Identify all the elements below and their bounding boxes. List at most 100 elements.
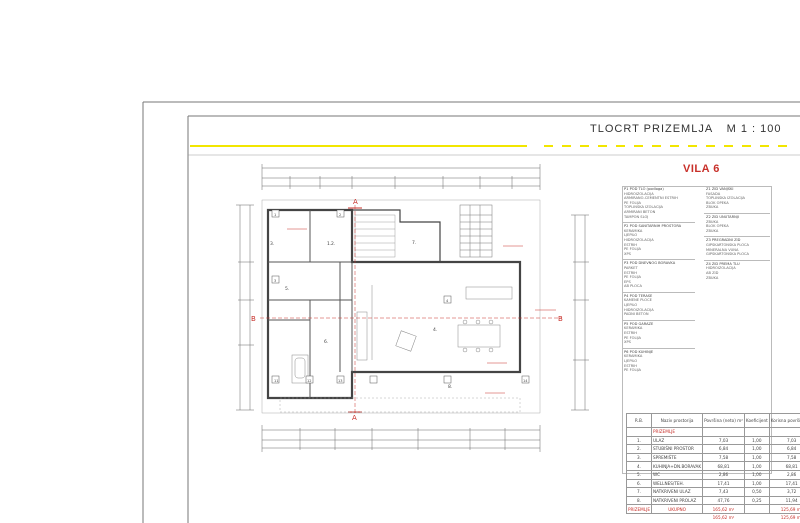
- table-cell: WC: [651, 469, 704, 480]
- table-cell: PRIZEMLJE: [625, 504, 653, 514]
- table-cell: 1,00: [743, 478, 770, 489]
- table-cell: 3,72: [768, 487, 800, 497]
- legend-line: XPS: [624, 251, 631, 256]
- legend-line: GIPSKARTONSKA PLOCA: [706, 252, 750, 257]
- table-cell: 6,84: [768, 444, 800, 454]
- table-cell: 11,94: [768, 495, 800, 506]
- legend-line: ZBUKA: [706, 228, 719, 233]
- legend-block: P3 POD DNEVNOG BORAVKA PARKET ESTRIH PE …: [622, 259, 695, 292]
- legend-block: P4 POD TERASE KAMENE PLOCE LJEPILO HIDRO…: [622, 291, 695, 320]
- col-header: R.B.: [625, 413, 653, 428]
- axis-number: 14: [523, 379, 528, 383]
- table-cell: SPREMIŠTE: [651, 452, 704, 463]
- legend-block: P1 POD TLO (podloga) HIDROIZOLACIJA ARMI…: [622, 186, 695, 222]
- col-header: Naziv prostorija: [651, 413, 704, 428]
- table-cell: NATKRIVENI ULAZ: [651, 487, 704, 497]
- table-cell: 5.: [625, 469, 653, 480]
- section-mark: B: [251, 315, 256, 323]
- legend-block: Z3 PREGRADNI ZID GIPSKARTONSKA PLOCA MIN…: [704, 236, 770, 259]
- legend-block: P5 POD GARAZE KERAMIKA ESTRIH PE FOLIJA …: [622, 319, 695, 348]
- legend-line: ZBUKA: [706, 205, 719, 210]
- col-header: Korisna površina m²: [768, 413, 800, 428]
- room-number: 6.: [324, 339, 328, 345]
- table-cell: 2.: [625, 444, 653, 454]
- table-cell: 8.: [625, 495, 653, 506]
- axis-number: 13: [338, 379, 342, 383]
- legend-line: AB PLOCA: [624, 284, 642, 289]
- table-cell: 7.: [625, 487, 653, 497]
- table-cell: NATKRIVENI PROLAZ: [651, 495, 704, 506]
- table-cell: 7,58: [768, 452, 800, 463]
- table-cell: 7,43: [702, 487, 745, 497]
- table-cell: 68,81: [768, 461, 800, 471]
- table-cell: WELLNES/TEH.: [651, 478, 704, 489]
- room-number: 2.: [331, 241, 335, 247]
- axis-number: 11: [274, 379, 278, 383]
- table-cell: 165,62 m²: [712, 515, 735, 521]
- table-cell: 6,84: [702, 444, 745, 454]
- table-cell: KUHINJA+DN.BORAVAK: [651, 461, 704, 471]
- table-row: 4. KUHINJA+DN.BORAVAK 68,81 1,00 68,81: [625, 461, 800, 471]
- section-mark: A: [353, 198, 358, 206]
- table-cell: 1,00: [743, 461, 770, 471]
- table-cell: 7,58: [702, 452, 745, 463]
- drawing-title: TLOCRT PRIZEMLJA M 1 : 100: [590, 123, 790, 135]
- table-cell: 2,86: [768, 469, 800, 480]
- table-cell: 1,00: [743, 444, 770, 454]
- legend-block: P2 POD SANITARNIH PROSTORA KERAMIKA LJEP…: [622, 222, 695, 259]
- table-row: 5. WC 2,86 1,00 2,86: [625, 469, 800, 480]
- legend-line: PADNI BETON: [624, 312, 649, 317]
- table-cell: UKUPNO: [651, 504, 704, 514]
- table-cell: 1,00: [743, 435, 770, 446]
- table-cell: 68,81: [702, 461, 745, 471]
- table-subtotal-row: PRIZEMLJEUKUPNO165,62 m² 125,69 m²: [625, 504, 800, 514]
- table-row: 2. STUBIŠNI PROSTOR 6,84 1,00 6,84: [625, 444, 800, 454]
- room-number: 3.: [270, 241, 274, 247]
- table-cell: 17,41: [702, 478, 745, 489]
- table-row: 6. WELLNES/TEH. 17,41 1,00 17,41: [625, 478, 800, 489]
- table-total-row: 165,62 m² 125,69 m²: [627, 513, 800, 521]
- drawing-scale: M 1 : 100: [726, 123, 782, 135]
- table-cell: 125,69 m²: [768, 504, 800, 514]
- legend-block: P6 POD KUHINJE KERAMIKA LJEPILO ESTRIH P…: [622, 347, 695, 376]
- table-cell: ULAZ: [651, 435, 704, 446]
- section-mark: A: [352, 414, 357, 422]
- room-number: 8.: [448, 384, 452, 390]
- table-cell: 7,03: [768, 435, 800, 446]
- table-row: 1. ULAZ 7,03 1,00 7,03: [625, 435, 800, 446]
- table-row: PRIZEMLJE: [625, 427, 800, 437]
- col-header: Koeficijent: [743, 413, 770, 428]
- legend-block: Z4 ZID PREMA TLU HIDROIZOLACIJA AB ZID Z…: [704, 259, 770, 283]
- room-number: 5.: [285, 286, 289, 292]
- table-cell: 17,41: [768, 478, 800, 489]
- table-cell: 2,86: [702, 469, 745, 480]
- table-cell: 0,25: [743, 495, 770, 506]
- table-row: 7. NATKRIVENI ULAZ 7,43 0,50 3,72: [625, 487, 800, 497]
- table-cell: 1,00: [743, 469, 770, 480]
- table-cell: 125,69 m²: [780, 515, 800, 521]
- table-row: 8. NATKRIVENI PROLAZ 47,76 0,25 11,94: [625, 495, 800, 506]
- legend-line: XPS: [624, 340, 631, 345]
- table-cell: 0,50: [743, 487, 770, 497]
- villa-label: VILA 6: [683, 163, 720, 175]
- table-cell: STUBIŠNI PROSTOR: [651, 444, 704, 454]
- legend-block: Z2 ZID UNUTARNJI ZBUKA BLOK OPEKA ZBUKA: [704, 212, 770, 236]
- table-row: 3. SPREMIŠTE 7,58 1,00 7,58: [625, 452, 800, 463]
- table-cell: 4.: [625, 461, 653, 471]
- table-cell: PRIZEMLJE: [651, 427, 704, 437]
- axis-number: 2: [339, 213, 341, 217]
- table-cell: 7,03: [702, 435, 745, 446]
- legend-line: ZBUKA: [706, 275, 719, 280]
- col-header: Površina (neto) m²: [702, 413, 745, 428]
- axis-number: 4: [446, 299, 449, 303]
- table-cell: 1,00: [743, 452, 770, 463]
- axis-number: 3: [274, 279, 276, 283]
- section-mark: B: [558, 315, 563, 323]
- rooms-area-table: R.B. Naziv prostorija Površina (neto) m²…: [625, 413, 800, 522]
- legend-line: PE FOLIJA: [624, 368, 641, 373]
- axis-number: 1: [274, 213, 276, 217]
- table-cell: 3.: [625, 452, 653, 463]
- table-cell: 6.: [625, 478, 653, 489]
- legend-block: Z1 ZID VANJSKI FASADA TOPLINSKA IZOLACIJ…: [704, 186, 770, 213]
- table-cell: 47,76: [702, 495, 745, 506]
